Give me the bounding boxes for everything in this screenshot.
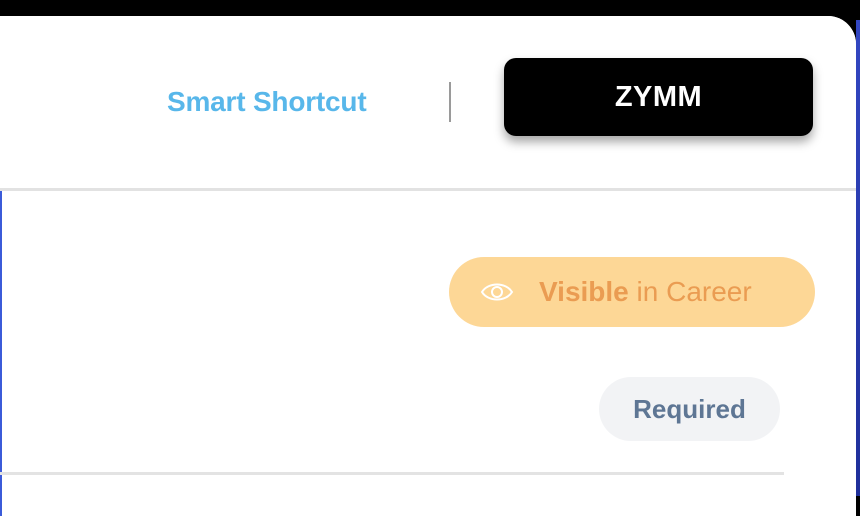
visibility-label-strong: Visible <box>539 276 629 307</box>
visibility-label: Visible in Career <box>539 276 752 308</box>
visibility-toggle-pill[interactable]: Visible in Career <box>449 257 815 327</box>
main-panel: Smart Shortcut ZYMM Visible in Career Re… <box>0 16 856 516</box>
visibility-label-rest: in Career <box>628 276 752 307</box>
header-bar: Smart Shortcut ZYMM <box>0 16 856 188</box>
eye-icon <box>480 283 514 301</box>
header-divider <box>0 188 856 191</box>
header-separator <box>449 82 451 122</box>
row-divider <box>0 472 784 475</box>
smart-shortcut-link[interactable]: Smart Shortcut <box>167 86 367 118</box>
brand-button[interactable]: ZYMM <box>504 58 813 136</box>
window-right-edge <box>856 20 860 496</box>
required-badge: Required <box>599 377 780 441</box>
